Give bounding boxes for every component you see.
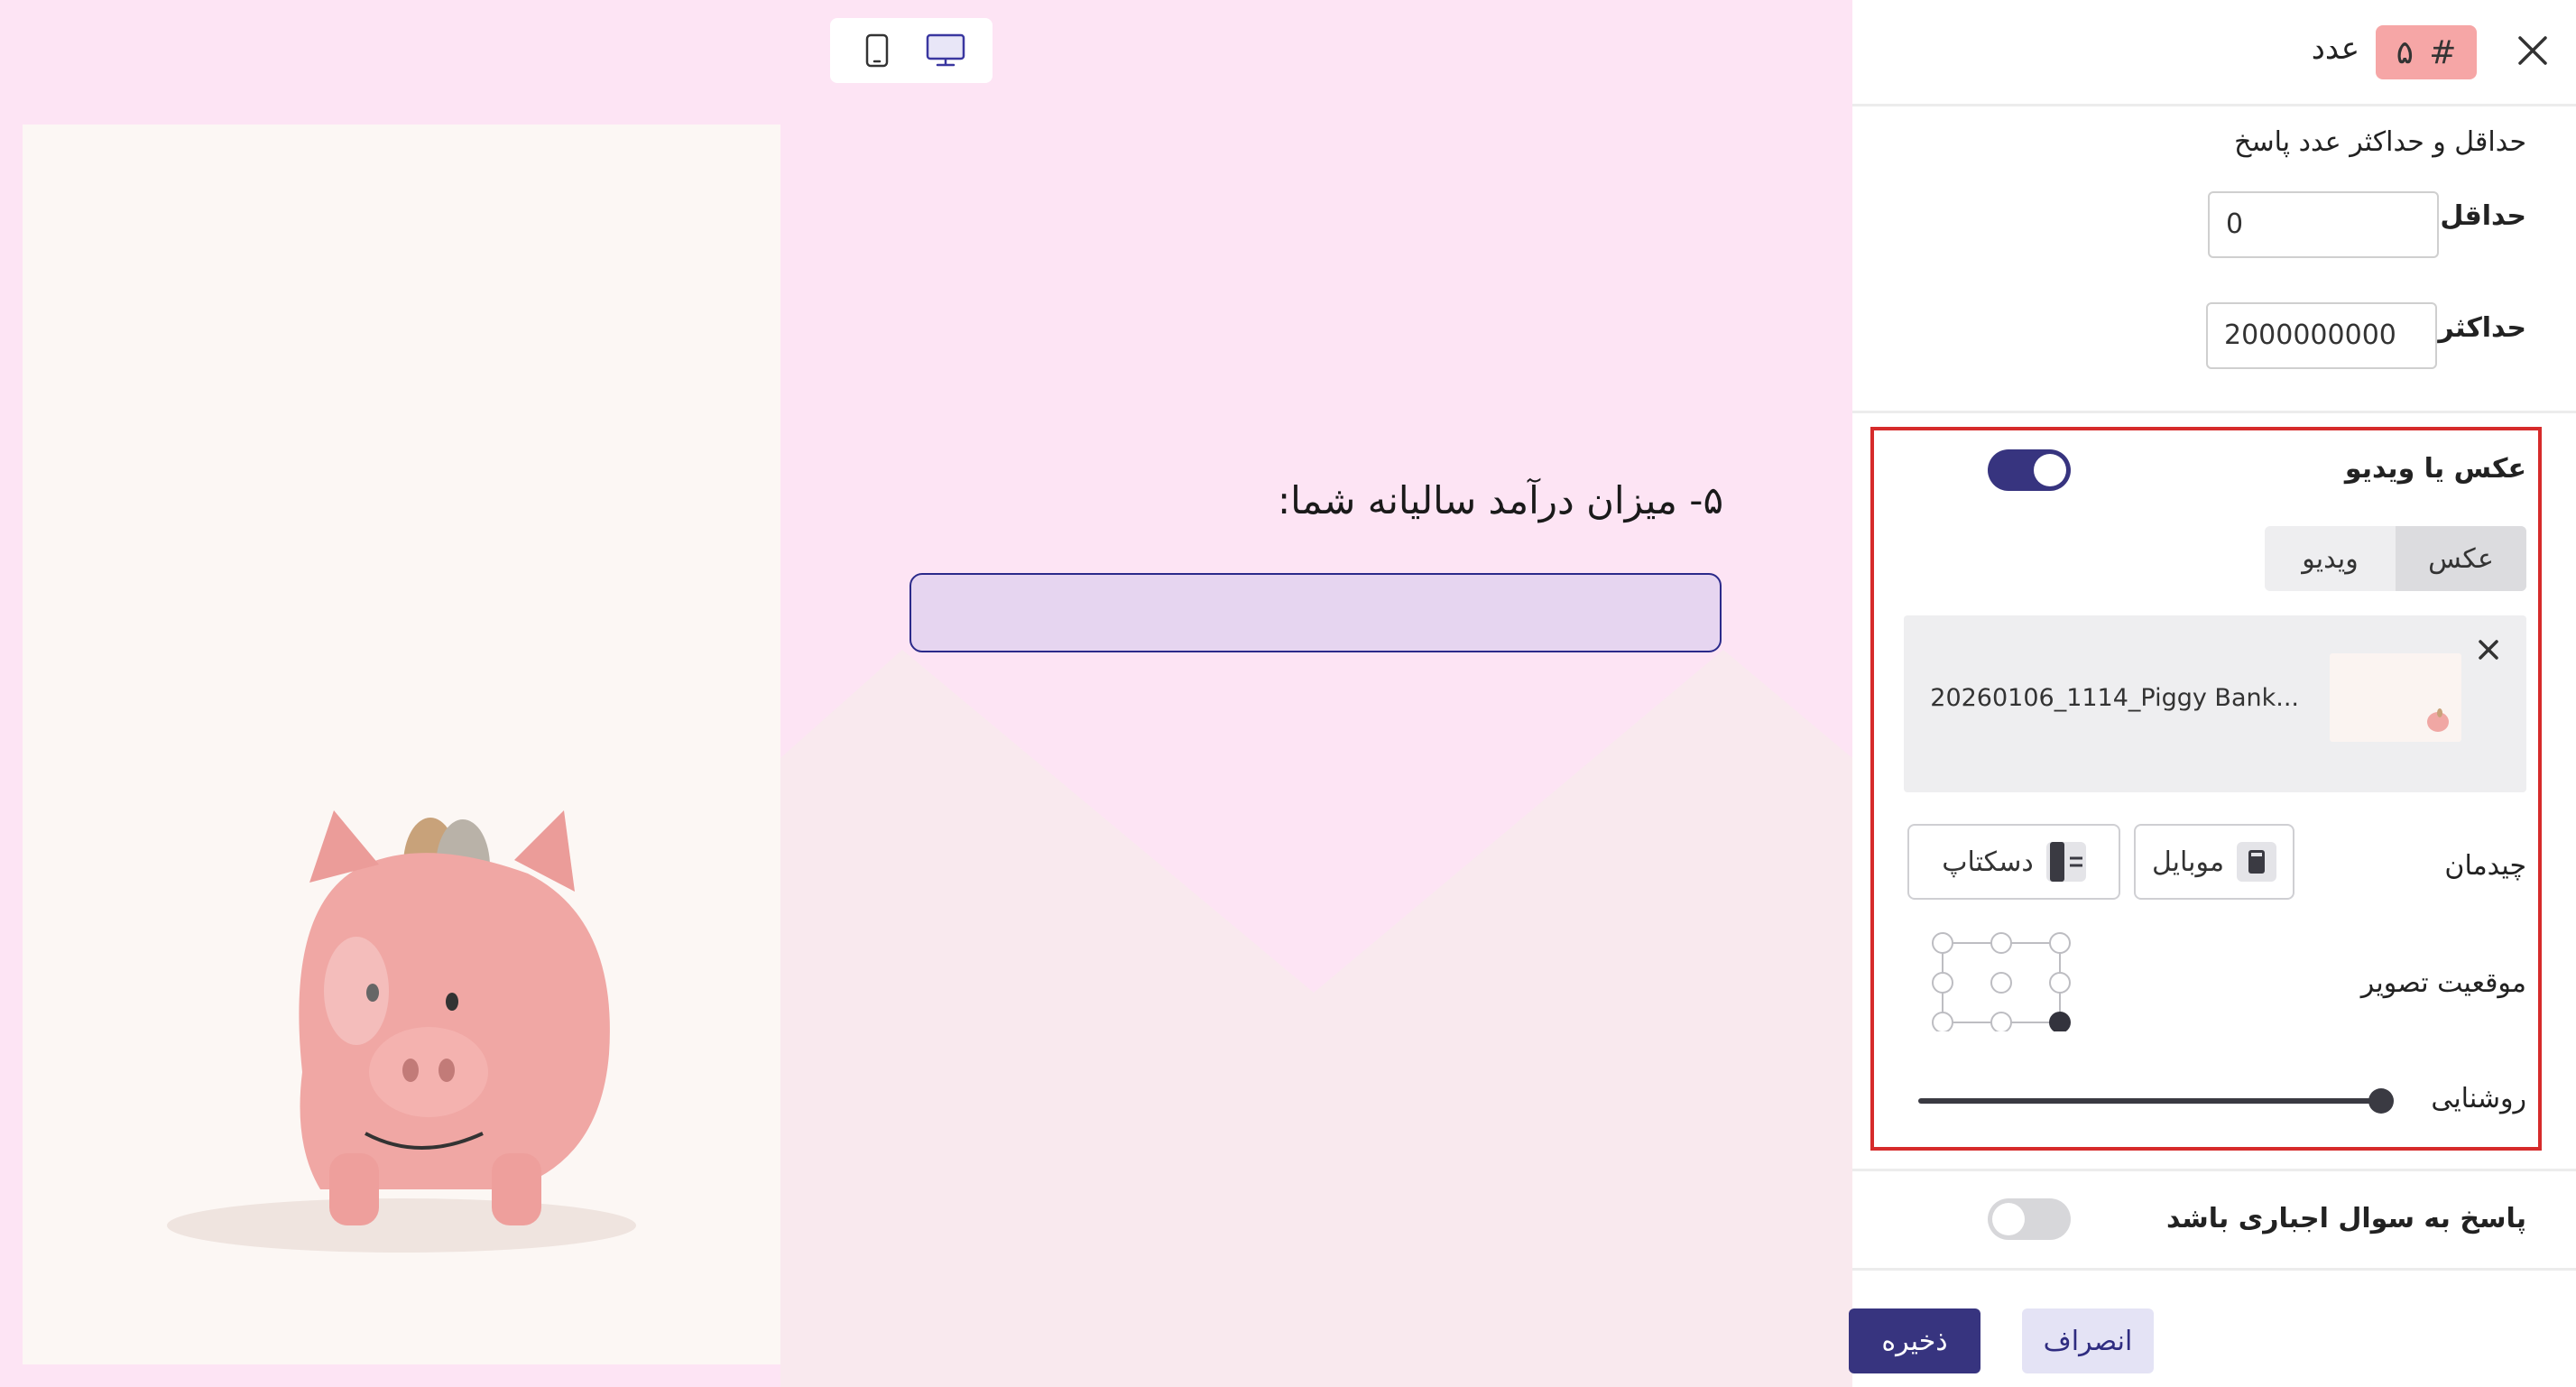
close-icon[interactable] [2509, 27, 2556, 74]
file-thumbnail [2330, 653, 2461, 742]
sidebar-header: ۵ # عدد [1852, 0, 2576, 106]
mobile-layout-icon [2237, 842, 2277, 882]
media-toggle[interactable] [1988, 449, 2071, 491]
cancel-button[interactable]: انصراف [2022, 1308, 2154, 1373]
question-type-label: عدد [2311, 31, 2359, 67]
required-label: پاسخ به سوال اجباری باشد [2165, 1203, 2526, 1234]
brightness-label: روشنایی [2431, 1083, 2526, 1114]
layout-mobile-button[interactable]: موبایل [2134, 824, 2294, 900]
max-input[interactable]: 2000000000 [2206, 302, 2437, 369]
tab-photo[interactable]: عکس [2396, 526, 2526, 591]
badge-hash: # [2429, 33, 2457, 71]
save-button[interactable]: ذخیره [1849, 1308, 1980, 1373]
media-type-segment: عکس ویدیو [2265, 526, 2526, 591]
file-name: 20260106_1114_Piggy Bank... [1930, 684, 2299, 712]
settings-sidebar: ۵ # عدد حداقل و حداکثر عدد پاسخ حداقل 0 … [1849, 0, 2576, 1387]
question-title: ۵- میزان درآمد سالیانه شما: [1277, 478, 1723, 522]
position-label: موقعیت تصویر [2360, 967, 2526, 999]
brightness-slider[interactable] [1917, 1088, 2396, 1114]
layout-label: چیدمان [2444, 850, 2526, 882]
number-answer-input[interactable] [909, 573, 1722, 652]
divider [1852, 411, 2576, 413]
form-preview: ۵- میزان درآمد سالیانه شما: [0, 0, 1852, 1387]
position-grid[interactable] [1932, 932, 2071, 1031]
max-label: حداکثر [2438, 312, 2526, 344]
tab-video[interactable]: ویدیو [2265, 526, 2396, 591]
uploaded-file-card: 20260106_1114_Piggy Bank... [1904, 615, 2526, 792]
question-number-badge: ۵ # [2376, 25, 2477, 79]
background-image [23, 125, 780, 1364]
required-toggle[interactable] [1988, 1198, 2071, 1240]
desktop-layout-icon [2045, 842, 2086, 882]
media-title: عکس یا ویدیو [2344, 453, 2526, 485]
layout-desktop-label: دسکتاپ [1942, 846, 2034, 878]
layout-desktop-button[interactable]: دسکتاپ [1907, 824, 2120, 900]
device-toggle [830, 18, 993, 83]
hash-icon: ۵ [2396, 33, 2414, 71]
divider [1852, 1268, 2576, 1271]
close-icon[interactable] [2470, 632, 2507, 668]
min-input[interactable]: 0 [2208, 191, 2439, 258]
divider [1852, 1169, 2576, 1171]
layout-mobile-label: موبایل [2151, 846, 2225, 878]
monitor-icon[interactable] [919, 23, 973, 78]
min-label: حداقل [2440, 200, 2526, 232]
smartphone-icon[interactable] [850, 23, 904, 78]
piggy-bank-image [167, 810, 636, 1253]
range-heading: حداقل و حداکثر عدد پاسخ [2234, 126, 2526, 158]
